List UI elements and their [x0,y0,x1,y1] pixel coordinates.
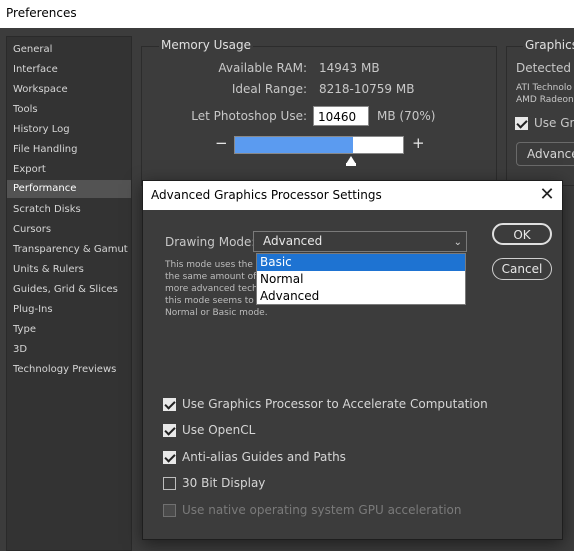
available-ram-label: Available RAM: [218,61,307,75]
memory-slider-fill [235,137,353,153]
native-gpu-acceleration-label: Use native operating system GPU accelera… [182,503,462,517]
sidebar-item-guides-grid-slices[interactable]: Guides, Grid & Slices [7,281,131,299]
drawing-mode-option-basic[interactable]: Basic [257,254,465,271]
ideal-range-value: 8218-10759 MB [319,82,415,96]
ideal-range-label: Ideal Range: [231,82,307,96]
sidebar-item-type[interactable]: Type [7,321,131,339]
drawing-mode-select[interactable]: Advanced ⌄ [253,231,467,252]
use-opencl-checkbox[interactable] [163,424,176,437]
sidebar-item-workspace[interactable]: Workspace [7,81,131,99]
increase-memory-button[interactable]: + [412,134,425,152]
drawing-mode-option-normal[interactable]: Normal [257,271,465,288]
memory-amount-input[interactable]: 10460 [313,106,369,126]
preferences-sidebar: General Interface Workspace Tools Histor… [6,36,132,551]
sidebar-item-tools[interactable]: Tools [7,101,131,119]
use-graphics-processor-checkbox[interactable] [515,117,528,130]
cancel-button[interactable]: Cancel [492,258,552,280]
dialog-header: Advanced Graphics Processor Settings ✕ [143,181,562,210]
chevron-down-icon: ⌄ [453,237,462,248]
sidebar-item-3d[interactable]: 3D [7,341,131,359]
memory-unit-label: MB (70%) [377,109,436,123]
sidebar-item-technology-previews[interactable]: Technology Previews [7,361,131,379]
drawing-mode-dropdown: Basic Normal Advanced [256,253,466,305]
accelerate-computation-label: Use Graphics Processor to Accelerate Com… [182,397,488,411]
window-titlebar: Preferences [0,0,574,28]
sidebar-item-history-log[interactable]: History Log [7,121,131,139]
window-edge [563,0,574,551]
sidebar-item-plug-ins[interactable]: Plug-Ins [7,301,131,319]
advanced-graphics-dialog: Advanced Graphics Processor Settings ✕ D… [142,180,563,540]
sidebar-item-scratch-disks[interactable]: Scratch Disks [7,201,131,219]
available-ram-value: 14943 MB [319,61,380,75]
drawing-mode-option-advanced[interactable]: Advanced [257,288,465,305]
sidebar-item-units-rulers[interactable]: Units & Rulers [7,261,131,279]
drawing-mode-label: Drawing Mode: [165,235,256,249]
accelerate-computation-checkbox[interactable] [163,398,176,411]
close-icon[interactable]: ✕ [536,184,558,206]
30-bit-display-label: 30 Bit Display [182,476,266,490]
memory-slider[interactable] [234,136,404,154]
dialog-title: Advanced Graphics Processor Settings [151,188,382,202]
memory-usage-title: Memory Usage [159,38,254,52]
decrease-memory-button[interactable]: − [215,134,228,152]
ok-button[interactable]: OK [492,223,552,245]
sidebar-item-export[interactable]: Export [7,161,131,179]
let-photoshop-use-label: Let Photoshop Use: [191,109,307,123]
sidebar-item-general[interactable]: General [7,41,131,59]
sidebar-item-performance[interactable]: Performance [7,180,131,198]
sidebar-item-transparency-gamut[interactable]: Transparency & Gamut [7,241,131,259]
sidebar-item-file-handling[interactable]: File Handling [7,141,131,159]
30-bit-display-checkbox[interactable] [163,477,176,490]
anti-alias-checkbox[interactable] [163,451,176,464]
description-line: Normal or Basic mode. [165,308,268,318]
window-title: Preferences [6,6,77,20]
memory-slider-thumb-base [346,163,356,166]
drawing-mode-value: Advanced [263,234,323,248]
sidebar-item-cursors[interactable]: Cursors [7,221,131,239]
anti-alias-label: Anti-alias Guides and Paths [182,450,346,464]
native-gpu-acceleration-checkbox [163,504,176,517]
sidebar-item-interface[interactable]: Interface [7,61,131,79]
use-opencl-label: Use OpenCL [182,423,256,437]
